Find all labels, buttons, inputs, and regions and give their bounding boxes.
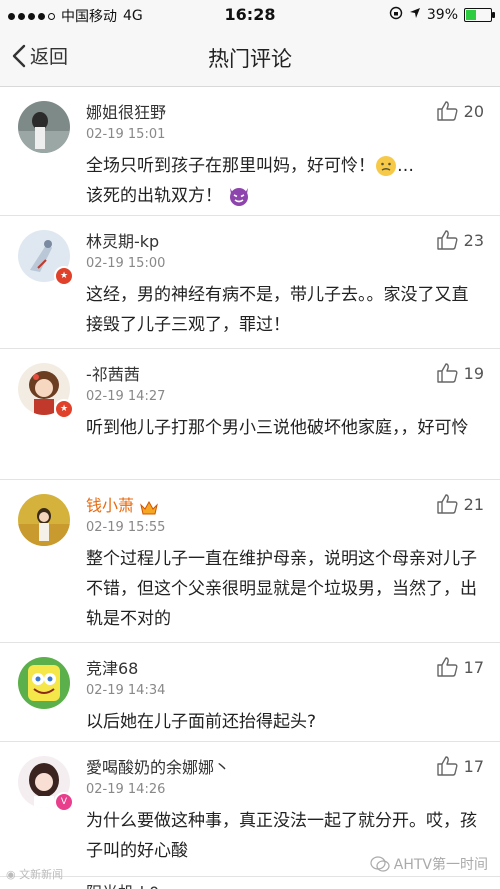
verified-badge-icon: ★ xyxy=(54,266,74,286)
comment-time: 02-19 14:27 xyxy=(86,389,166,404)
thumbs-up-icon xyxy=(436,230,458,250)
like-button[interactable]: 20 xyxy=(436,101,484,121)
comment-text: 听到他儿子打那个男小三说他破坏他家庭，，好可怜 xyxy=(86,418,469,438)
watermark-right-text: AHTV第一时间 xyxy=(393,857,488,873)
like-button[interactable]: 21 xyxy=(436,494,484,514)
location-arrow-icon xyxy=(409,7,421,23)
comment-time: 02-19 15:55 xyxy=(86,520,166,535)
watermark-right: AHTV第一时间 xyxy=(370,854,488,874)
lock-rotation-icon xyxy=(389,6,403,24)
comment-row-partial[interactable]: 阳光机-k0 xyxy=(0,875,500,889)
like-count: 17 xyxy=(463,657,484,677)
comment-text: 这经，男的神经有病不是，带儿子去。。家没了又直接毁了儿子三观了，罪过！ xyxy=(86,285,469,335)
thumbs-up-icon xyxy=(436,657,458,677)
commenter-name[interactable]: 林灵期-kp xyxy=(86,228,159,252)
like-count: 21 xyxy=(463,494,484,514)
comment-time: 02-19 14:34 xyxy=(86,683,166,698)
like-count: 20 xyxy=(463,101,484,121)
commenter-name-text: 钱小萧 xyxy=(86,496,135,515)
like-count: 23 xyxy=(463,230,484,250)
commenter-name[interactable]: 愛喝酸奶的余娜娜丶 xyxy=(86,754,230,778)
avatar[interactable] xyxy=(18,494,70,546)
comment-row[interactable]: ★ -祁茜茜 02-19 14:27 19 听到他儿子打那个男小三说他破坏他家庭… xyxy=(0,349,500,480)
comment-text-line2: 该死的出轨双方！ xyxy=(86,186,222,206)
battery-icon xyxy=(464,8,495,22)
comment-row[interactable]: 娜姐很狂野 02-19 15:01 20 全场只听到孩子在那里叫妈，好可怜！ … … xyxy=(0,87,500,216)
comment-text-line1: 全场只听到孩子在那里叫妈，好可怜！ xyxy=(86,156,375,176)
avatar[interactable] xyxy=(18,657,70,709)
navigation-bar: 返回 热门评论 xyxy=(0,30,500,87)
vip-badge-icon: V xyxy=(54,792,74,812)
commenter-name[interactable]: 竞津68 xyxy=(86,655,138,679)
battery-percent: 39% xyxy=(426,7,458,23)
like-button[interactable]: 17 xyxy=(436,756,484,776)
comment-row[interactable]: 竞津68 02-19 14:34 17 以后她在儿子面前还抬得起头? xyxy=(0,643,500,742)
commenter-name[interactable]: -祁茜茜 xyxy=(86,361,140,385)
thumbs-up-icon xyxy=(436,494,458,514)
comment-text: 全场只听到孩子在那里叫妈，好可怜！ … 该死的出轨双方！ xyxy=(86,151,481,211)
status-bar: 中国移动 4G 16:28 39% xyxy=(0,0,500,30)
comment-time: 02-19 15:01 xyxy=(86,127,166,142)
like-button[interactable]: 17 xyxy=(436,657,484,677)
comment-time: 02-19 14:26 xyxy=(86,782,166,797)
like-count: 19 xyxy=(463,363,484,383)
like-count: 17 xyxy=(463,756,484,776)
comment-text: 以后她在儿子面前还抬得起头? xyxy=(86,712,317,732)
commenter-name[interactable]: 阳光机-k0 xyxy=(86,879,159,889)
like-button[interactable]: 23 xyxy=(436,230,484,250)
thumbs-up-icon xyxy=(436,101,458,121)
wechat-logo-icon xyxy=(370,856,390,872)
comment-time: 02-19 15:00 xyxy=(86,256,166,271)
like-button[interactable]: 19 xyxy=(436,363,484,383)
page-title: 热门评论 xyxy=(208,47,292,71)
thumbs-up-icon xyxy=(436,756,458,776)
avatar[interactable] xyxy=(18,101,70,153)
verified-badge-icon: ★ xyxy=(54,399,74,419)
wincing-face-icon xyxy=(375,155,397,177)
comment-text-ellipsis: … xyxy=(397,156,414,176)
commenter-name[interactable]: 钱小萧 xyxy=(86,492,158,516)
thumbs-up-icon xyxy=(436,363,458,383)
commenter-name[interactable]: 娜姐很狂野 xyxy=(86,99,166,123)
vip-crown-icon xyxy=(140,500,158,514)
comment-text: 整个过程儿子一直在维护母亲，说明这个母亲对儿子不错，但这个父亲很明显就是个垃圾男… xyxy=(86,549,477,629)
devil-face-icon xyxy=(227,185,249,207)
comment-row[interactable]: 钱小萧 02-19 15:55 21 整个过程儿子一直在维护母亲，说明这个母亲对… xyxy=(0,480,500,643)
comment-list: 娜姐很狂野 02-19 15:01 20 全场只听到孩子在那里叫妈，好可怜！ … … xyxy=(0,87,500,877)
comment-row[interactable]: ★ 林灵期-kp 02-19 15:00 23 这经，男的神经有病不是，带儿子去… xyxy=(0,216,500,349)
